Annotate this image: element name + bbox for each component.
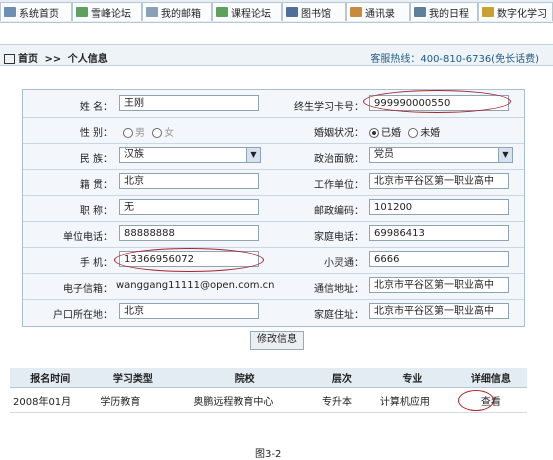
- tab-contacts[interactable]: 通讯录: [346, 2, 410, 21]
- tab-forum[interactable]: 雪峰论坛: [72, 2, 142, 21]
- forum-icon: [76, 7, 88, 17]
- native-label: 籍 贯：: [79, 180, 113, 191]
- table-header-row: 报名时间 学习类型 院校 层次 专业 详细信息: [10, 368, 527, 388]
- pas-field[interactable]: 6666: [369, 251, 509, 267]
- hukou-label: 户口所在地：: [53, 310, 113, 321]
- cell-level: 专升本: [313, 387, 370, 413]
- header-detail: 详细信息: [454, 368, 527, 388]
- tab-calendar[interactable]: 我的日程: [410, 2, 478, 21]
- cell-school: 奥鹏远程教育中心: [175, 387, 314, 413]
- title-field[interactable]: 无: [119, 199, 259, 215]
- hotline-text: 客服热线：400-810-6736(免长话费): [370, 54, 539, 65]
- breadcrumb: 首页 >> 个人信息: [4, 50, 108, 65]
- homephone-field[interactable]: 69986413: [369, 225, 509, 241]
- home-address-label: 家庭住址：: [314, 310, 364, 321]
- cell-study-type: 学历教育: [90, 387, 176, 413]
- personal-info-form: 姓 名： 王刚 终生学习卡号： 999990000550 性 别： 男 女 婚姻…: [22, 89, 525, 327]
- native-field[interactable]: 北京: [119, 173, 259, 189]
- tab-learning[interactable]: 数字化学习: [478, 2, 553, 21]
- gender-label: 性 别：: [79, 128, 113, 139]
- email-label: 电子信箱：: [63, 284, 113, 295]
- form-row: 籍 贯： 北京 工作单位： 北京市平谷区第一职业高中: [23, 168, 524, 196]
- contacts-icon: [350, 7, 362, 17]
- course-forum-icon: [216, 7, 228, 17]
- ethnic-select[interactable]: 汉族 ▼: [119, 147, 261, 163]
- form-row: 电子信箱： wanggang11111@open.com.cn 通信地址： 北京…: [23, 272, 524, 300]
- cell-enroll-time: 2008年01月: [10, 387, 91, 413]
- mobile-label: 手 机：: [79, 258, 113, 269]
- enrollment-table: 报名时间 学习类型 院校 层次 专业 详细信息 2008年01月 学历教育 奥鹏…: [10, 368, 527, 413]
- address-label: 通信地址：: [314, 284, 364, 295]
- tab-mail[interactable]: 我的邮箱: [142, 2, 212, 21]
- pas-label: 小灵通：: [324, 258, 364, 269]
- modify-info-button[interactable]: 修改信息: [250, 331, 304, 350]
- top-tab-bar: 系统首页 雪峰论坛 我的邮箱 课程论坛 图书馆 通讯录 我的日程 数字化学习: [0, 0, 553, 23]
- tab-library[interactable]: 图书馆: [282, 2, 346, 21]
- political-select[interactable]: 党员 ▼: [369, 147, 513, 163]
- breadcrumb-home[interactable]: 首页: [18, 54, 38, 65]
- email-value: wanggang11111@open.com.cn: [116, 280, 275, 291]
- name-field[interactable]: 王刚: [119, 95, 259, 111]
- title-label: 职 称：: [79, 206, 113, 217]
- marital-label: 婚姻状况：: [314, 128, 364, 139]
- header-school: 院校: [175, 368, 314, 388]
- married-radio[interactable]: [369, 128, 379, 138]
- cell-major: 计算机应用: [369, 387, 455, 413]
- view-highlight-ring: [458, 390, 494, 411]
- table-row: 2008年01月 学历教育 奥鹏远程教育中心 专升本 计算机应用 查看: [10, 387, 527, 413]
- zip-field[interactable]: 101200: [369, 199, 509, 215]
- name-label: 姓 名：: [79, 102, 113, 113]
- ethnic-label: 民 族：: [79, 154, 113, 165]
- learning-icon: [482, 7, 494, 17]
- gender-male-radio[interactable]: [123, 128, 133, 138]
- zip-label: 邮政编码：: [314, 206, 364, 217]
- workphone-field[interactable]: 88888888: [119, 225, 259, 241]
- work-label: 工作单位：: [314, 180, 364, 191]
- form-row: 户口所在地： 北京 家庭住址： 北京市平谷区第一职业高中: [23, 298, 524, 325]
- card-highlight-ring: [363, 90, 511, 113]
- form-row: 单位电话： 88888888 家庭电话： 69986413: [23, 220, 524, 248]
- calendar-icon: [414, 7, 426, 17]
- single-radio[interactable]: [408, 128, 419, 138]
- home-address-field[interactable]: 北京市平谷区第一职业高中: [369, 303, 509, 319]
- form-row: 职 称： 无 邮政编码： 101200: [23, 194, 524, 222]
- address-field[interactable]: 北京市平谷区第一职业高中: [369, 277, 509, 293]
- chevron-down-icon[interactable]: ▼: [498, 148, 512, 162]
- work-field[interactable]: 北京市平谷区第一职业高中: [369, 173, 509, 189]
- home-icon: [4, 7, 16, 17]
- breadcrumb-bar: 首页 >> 个人信息 客服热线：400-810-6736(免长话费): [0, 44, 553, 66]
- homephone-label: 家庭电话：: [314, 232, 364, 243]
- political-label: 政治面貌：: [314, 154, 364, 165]
- hukou-field[interactable]: 北京: [119, 303, 259, 319]
- button-row: 修改信息: [22, 327, 523, 350]
- card-label: 终生学习卡号：: [294, 102, 364, 113]
- tab-course-forum[interactable]: 课程论坛: [212, 2, 282, 21]
- header-enroll-time: 报名时间: [10, 368, 91, 388]
- book-icon: [286, 7, 298, 17]
- tab-home[interactable]: 系统首页: [0, 2, 72, 21]
- form-row: 性 别： 男 女 婚姻状况： 已婚 未婚: [23, 116, 524, 144]
- header-level: 层次: [313, 368, 370, 388]
- home-icon: [4, 54, 15, 64]
- header-study-type: 学习类型: [90, 368, 176, 388]
- chevron-down-icon[interactable]: ▼: [246, 148, 260, 162]
- gender-female-radio[interactable]: [152, 128, 163, 138]
- header-major: 专业: [369, 368, 455, 388]
- mail-icon: [146, 7, 158, 17]
- workphone-label: 单位电话：: [63, 232, 113, 243]
- mobile-highlight-ring: [114, 248, 264, 272]
- form-row: 手 机： 13366956072 小灵通： 6666: [23, 246, 524, 274]
- form-row: 民 族： 汉族 ▼ 政治面貌： 党员 ▼: [23, 142, 524, 170]
- breadcrumb-current: 个人信息: [67, 54, 108, 65]
